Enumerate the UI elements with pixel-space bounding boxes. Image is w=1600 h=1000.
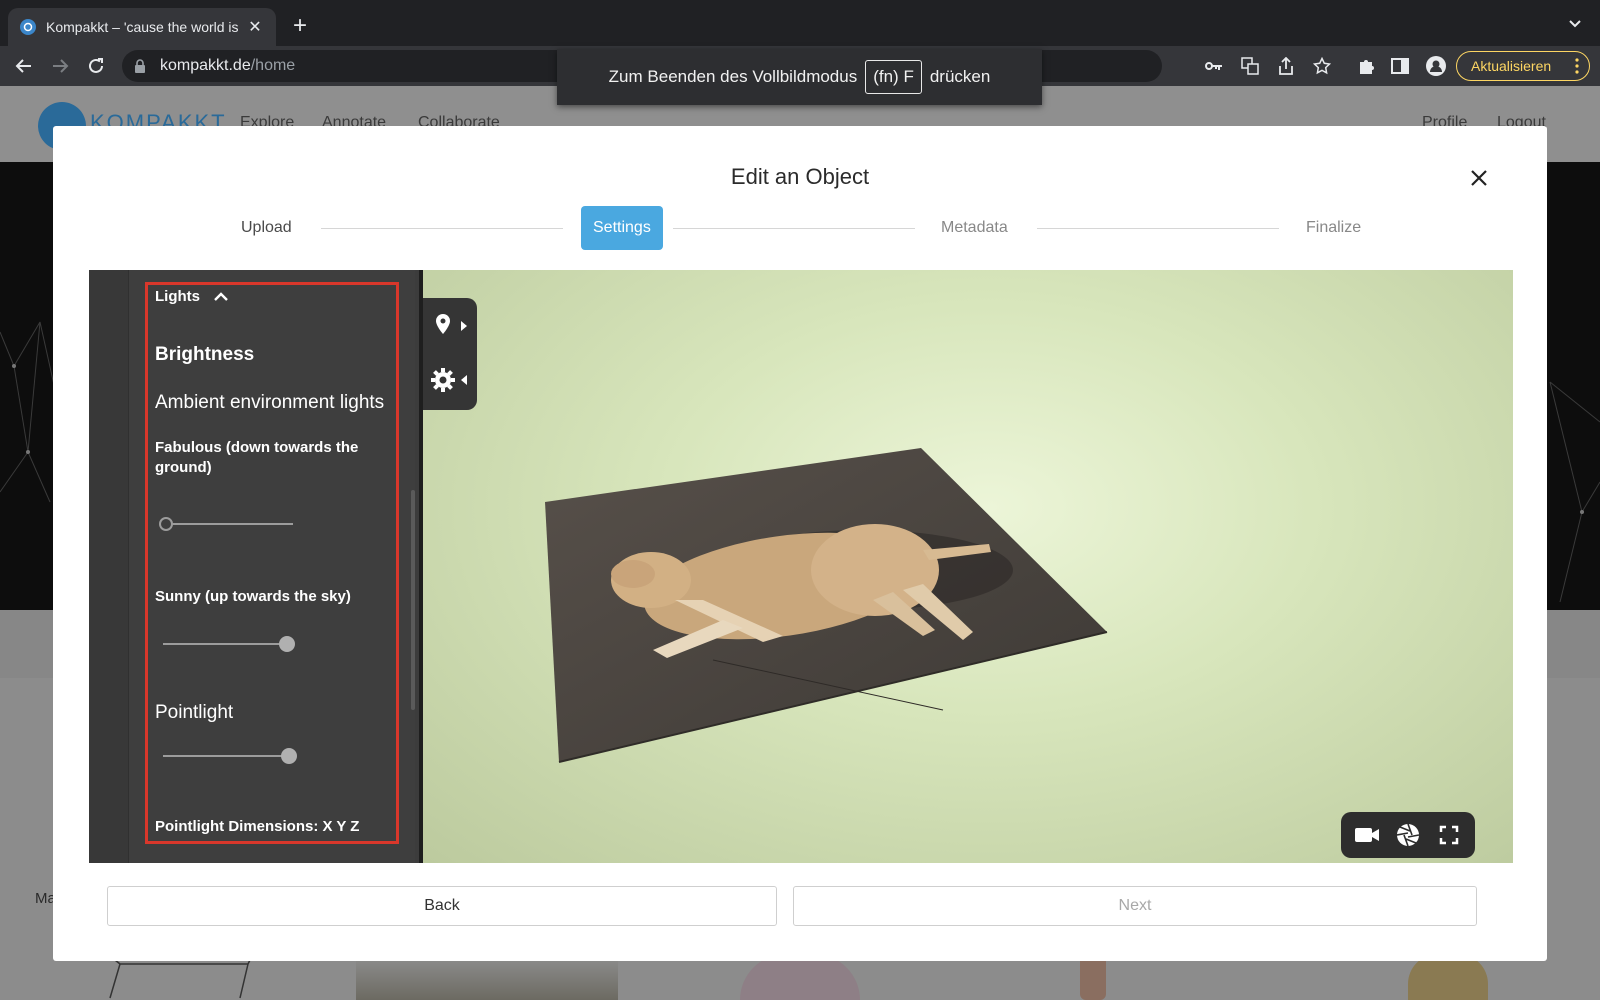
fullscreen-hint-before: Zum Beenden des Vollbildmodus — [608, 67, 858, 86]
bookmark-star-icon[interactable] — [1312, 56, 1332, 76]
forward-arrow-icon[interactable] — [48, 54, 72, 78]
lock-icon — [134, 59, 148, 73]
profile-avatar-icon[interactable] — [1426, 56, 1446, 76]
share-icon[interactable] — [1276, 56, 1296, 76]
fabulous-light-slider[interactable] — [159, 516, 293, 532]
url-host: kompakkt.de — [160, 57, 251, 74]
edit-object-dialog: Edit an Object Upload Settings Metadata … — [53, 126, 1547, 961]
dog-on-pavement-model — [545, 448, 1108, 763]
fullscreen-exit-hint: Zum Beenden des Vollbildmodus (fn) F drü… — [557, 49, 1042, 105]
pointlight-slider[interactable] — [163, 748, 297, 764]
tab-title: Kompakkt – 'cause the world is — [46, 19, 239, 35]
sunny-light-label: Sunny (up towards the sky) — [155, 588, 351, 605]
new-tab-button[interactable]: + — [288, 12, 312, 40]
lights-section-toggle[interactable]: Lights — [155, 288, 228, 305]
next-button[interactable]: Next — [793, 886, 1477, 926]
translate-icon[interactable] — [1240, 56, 1260, 76]
panel-scrollbar[interactable] — [411, 490, 415, 710]
sunny-light-slider[interactable] — [163, 636, 295, 652]
3d-viewer[interactable] — [419, 270, 1513, 863]
fullscreen-hint-key: (fn) F — [865, 60, 922, 94]
slider-thumb[interactable] — [279, 636, 295, 652]
settings-side-rail — [89, 270, 129, 863]
tab-close-icon[interactable]: ✕ — [246, 17, 264, 37]
step-connector — [1037, 228, 1279, 229]
brightness-heading: Brightness — [155, 344, 255, 365]
side-panel-icon[interactable] — [1390, 56, 1410, 76]
kompakkt-favicon — [20, 19, 36, 35]
step-connector — [673, 228, 915, 229]
slider-thumb[interactable] — [281, 748, 297, 764]
url-path: /home — [250, 57, 296, 74]
step-settings[interactable]: Settings — [581, 206, 663, 250]
step-upload[interactable]: Upload — [241, 206, 292, 250]
extensions-puzzle-icon[interactable] — [1356, 56, 1376, 76]
pointlight-label: Pointlight — [155, 702, 234, 723]
dialog-title: Edit an Object — [730, 164, 870, 189]
slider-thumb[interactable] — [159, 517, 173, 531]
lights-label: Lights — [155, 288, 200, 305]
step-finalize[interactable]: Finalize — [1306, 206, 1361, 250]
annotation-pin-toggle[interactable] — [431, 310, 471, 342]
close-icon[interactable] — [1467, 166, 1491, 190]
aperture-screenshot-icon[interactable] — [1394, 821, 1422, 849]
settings-gear-toggle[interactable] — [431, 364, 471, 396]
chevron-up-icon — [214, 291, 228, 301]
update-browser-button[interactable]: Aktualisieren — [1456, 51, 1590, 81]
pointlight-dimensions-label: Pointlight Dimensions: X Y Z — [155, 818, 360, 835]
fabulous-light-label: Fabulous (down towards the ground) — [155, 439, 359, 476]
viewer-tools-panel — [423, 298, 477, 410]
tab-search-icon[interactable] — [1568, 16, 1582, 34]
step-connector — [321, 228, 563, 229]
browser-tab[interactable]: Kompakkt – 'cause the world is ✕ — [8, 8, 276, 46]
settings-panel: Lights Brightness Ambient environment li… — [129, 270, 415, 863]
back-arrow-icon[interactable] — [12, 54, 36, 78]
update-label: Aktualisieren — [1471, 58, 1552, 74]
reload-icon[interactable] — [84, 54, 108, 78]
browser-tabbar: Kompakkt – 'cause the world is ✕ + — [0, 0, 1600, 46]
fullscreen-icon[interactable] — [1435, 821, 1463, 849]
viewer-controls — [1341, 812, 1475, 858]
ambient-lights-heading: Ambient environment lights — [155, 392, 385, 413]
step-metadata[interactable]: Metadata — [941, 206, 1008, 250]
step-indicator: Upload Settings Metadata Finalize — [53, 206, 1547, 250]
key-icon[interactable] — [1204, 56, 1224, 76]
object-workspace: Lights Brightness Ambient environment li… — [89, 270, 1513, 863]
camera-icon[interactable] — [1353, 821, 1381, 849]
more-vertical-icon — [1575, 58, 1579, 77]
back-button[interactable]: Back — [107, 886, 777, 926]
fullscreen-hint-after: drücken — [929, 67, 991, 86]
